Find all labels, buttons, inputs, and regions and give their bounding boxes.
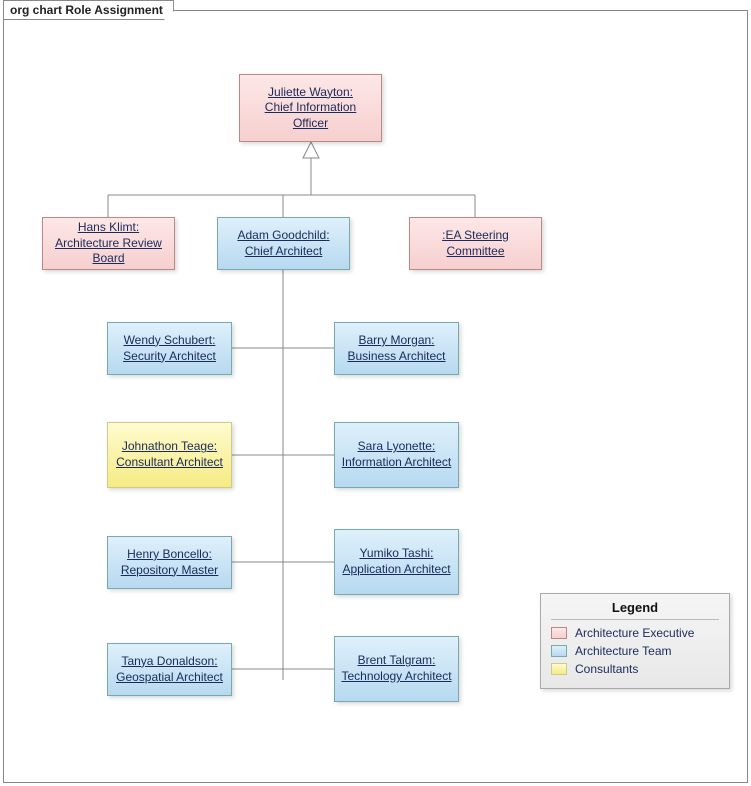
node-business-architect: Barry Morgan:Business Architect (334, 322, 459, 375)
legend-item-team: Architecture Team (551, 644, 719, 658)
node-cio: Juliette Wayton:Chief Information Office… (239, 74, 382, 142)
legend-panel: Legend Architecture Executive Architectu… (540, 593, 730, 689)
node-technology-architect-label: Brent Talgram:Technology Architect (341, 653, 451, 684)
node-cio-label: Juliette Wayton:Chief Information Office… (246, 85, 375, 132)
node-application-architect-label: Yumiko Tashi:Application Architect (342, 546, 450, 577)
legend-title: Legend (551, 600, 719, 620)
node-application-architect: Yumiko Tashi:Application Architect (334, 529, 459, 595)
node-repository-master: Henry Boncello:Repository Master (107, 536, 232, 589)
legend-swatch-exec (551, 627, 567, 639)
node-repository-master-label: Henry Boncello:Repository Master (121, 547, 218, 578)
node-chief-architect: Adam Goodchild:Chief Architect (217, 217, 350, 270)
node-arb: Hans Klimt:Architecture Review Board (42, 217, 175, 270)
node-chief-architect-label: Adam Goodchild:Chief Architect (237, 228, 329, 259)
legend-item-exec: Architecture Executive (551, 626, 719, 640)
node-security-architect: Wendy Schubert:Security Architect (107, 322, 232, 375)
node-information-architect: Sara Lyonette:Information Architect (334, 422, 459, 488)
org-chart-frame: org chart Role Assignment Juliette Wayto… (0, 0, 751, 786)
node-technology-architect: Brent Talgram:Technology Architect (334, 636, 459, 702)
node-geospatial-architect: Tanya Donaldson:Geospatial Architect (107, 643, 232, 696)
legend-swatch-team (551, 645, 567, 657)
node-arb-label: Hans Klimt:Architecture Review Board (49, 220, 168, 267)
legend-label-cons: Consultants (575, 662, 638, 676)
node-ea-steering-label: :EA Steering Committee (416, 228, 535, 259)
node-information-architect-label: Sara Lyonette:Information Architect (342, 439, 451, 470)
frame-title: org chart Role Assignment (3, 0, 174, 20)
node-geospatial-architect-label: Tanya Donaldson:Geospatial Architect (116, 654, 223, 685)
node-consultant-architect-label: Johnathon Teage:Consultant Architect (116, 439, 223, 470)
frame-title-text: org chart Role Assignment (10, 3, 163, 17)
node-business-architect-label: Barry Morgan:Business Architect (347, 333, 445, 364)
node-security-architect-label: Wendy Schubert:Security Architect (123, 333, 216, 364)
node-ea-steering: :EA Steering Committee (409, 217, 542, 270)
legend-swatch-cons (551, 663, 567, 675)
node-consultant-architect: Johnathon Teage:Consultant Architect (107, 422, 232, 488)
legend-item-cons: Consultants (551, 662, 719, 676)
legend-label-team: Architecture Team (575, 644, 672, 658)
legend-label-exec: Architecture Executive (575, 626, 694, 640)
